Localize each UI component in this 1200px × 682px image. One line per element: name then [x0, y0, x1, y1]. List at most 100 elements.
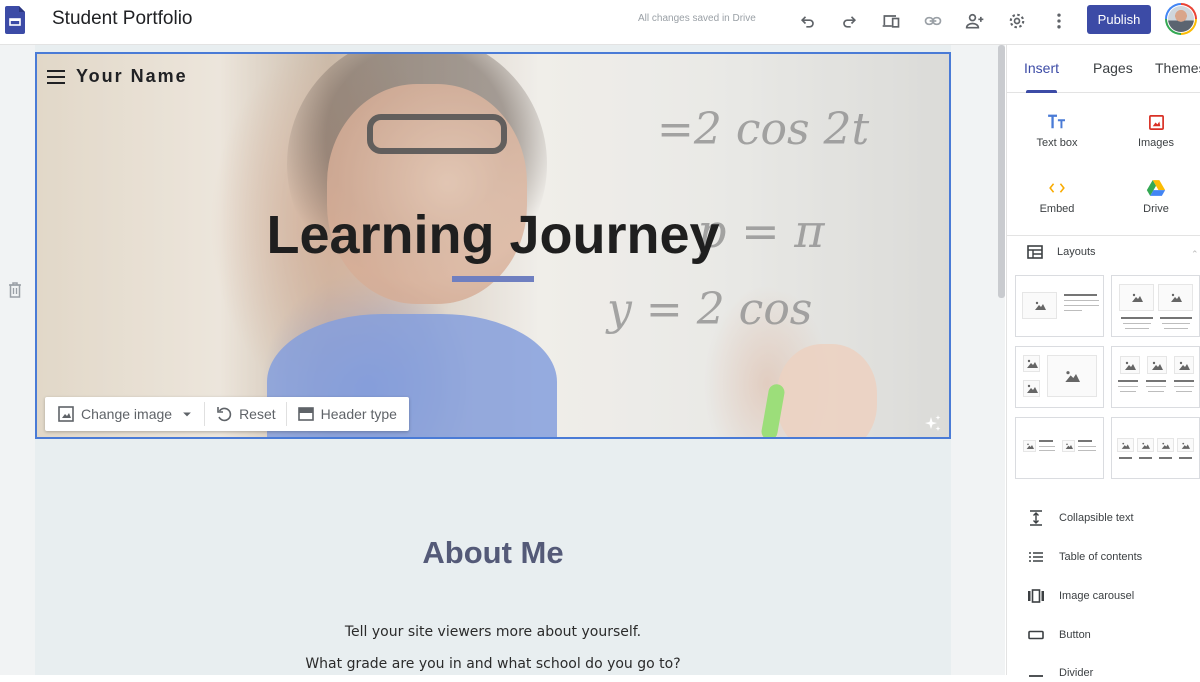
editor-canvas: =2 cos 2t p = π y = 2 cos Your Name Lear…: [0, 45, 1005, 675]
header-type-icon: [297, 407, 314, 421]
collapse-layouts-icon[interactable]: ⌃: [1191, 249, 1199, 260]
collapsible-text-icon: [1030, 510, 1042, 526]
insert-embed-label: Embed: [1039, 203, 1075, 215]
reset-icon: [217, 407, 232, 422]
layout-option[interactable]: [1111, 346, 1200, 408]
layouts-icon: [1027, 245, 1043, 259]
change-image-label: Change image: [81, 406, 173, 422]
top-bar: Student Portfolio All changes saved in D…: [0, 0, 1200, 45]
about-paragraph[interactable]: Tell your site viewers more about yourse…: [35, 624, 951, 640]
insert-images[interactable]: Images: [1111, 111, 1200, 149]
redo-button[interactable]: [837, 9, 861, 33]
insert-drive[interactable]: Drive: [1111, 177, 1200, 215]
image-placeholder-icon: [1026, 359, 1038, 368]
undo-icon: [800, 16, 814, 28]
side-panel: Insert Pages Themes Text box Images Embe…: [1006, 45, 1200, 679]
settings-icon: [1009, 13, 1025, 29]
header-toolbar: Change image Reset Header type: [45, 397, 409, 431]
text-box-icon: [1048, 114, 1065, 129]
image-placeholder-icon: [1161, 442, 1170, 449]
tab-themes[interactable]: Themes: [1155, 60, 1200, 76]
layout-option[interactable]: [1015, 346, 1104, 408]
preview-button[interactable]: [879, 9, 903, 33]
button-label: Button: [1059, 629, 1091, 641]
divider-label: Divider: [1059, 667, 1094, 679]
insert-images-label: Images: [1137, 137, 1175, 149]
layout-option[interactable]: [1015, 275, 1104, 337]
header-type-button[interactable]: Header type: [291, 397, 403, 431]
panel-divider: [1007, 235, 1200, 236]
insert-text-box[interactable]: Text box: [1012, 111, 1102, 149]
avatar-photo: [1168, 6, 1194, 32]
image-placeholder-icon: [1125, 361, 1136, 370]
change-image-button[interactable]: Change image: [51, 397, 200, 431]
layouts-label: Layouts: [1057, 246, 1096, 258]
tab-insert[interactable]: Insert: [1024, 60, 1059, 76]
reset-label: Reset: [239, 406, 276, 422]
image-icon: [58, 406, 74, 422]
image-placeholder-icon: [1065, 371, 1080, 382]
insert-divider[interactable]: Divider: [1027, 664, 1093, 682]
header-title[interactable]: Learning Journey: [37, 204, 949, 266]
insert-button[interactable]: Button: [1027, 626, 1091, 644]
image-icon: [1148, 114, 1164, 130]
collapsible-text-label: Collapsible text: [1059, 512, 1134, 524]
reset-button[interactable]: Reset: [209, 397, 282, 431]
share-icon: [965, 13, 984, 29]
insert-embed[interactable]: Embed: [1012, 177, 1102, 215]
toolbar-divider: [285, 402, 287, 426]
more-vert-icon: [1057, 13, 1061, 29]
preview-icon: [882, 15, 900, 28]
undo-button[interactable]: [796, 9, 820, 33]
image-carousel-label: Image carousel: [1059, 590, 1135, 602]
image-placeholder-icon: [1170, 293, 1182, 302]
canvas-scrollbar-thumb[interactable]: [998, 45, 1005, 298]
layouts-header[interactable]: Layouts: [1027, 245, 1096, 259]
image-placeholder-icon: [1141, 442, 1150, 449]
image-placeholder-icon: [1026, 384, 1038, 393]
delete-section-button[interactable]: [6, 281, 24, 299]
publish-button[interactable]: Publish: [1087, 5, 1151, 34]
divider-icon: [1029, 675, 1043, 677]
image-placeholder-icon: [1131, 293, 1143, 302]
more-options-button[interactable]: [1047, 9, 1071, 33]
embed-icon: [1049, 183, 1065, 193]
insert-table-of-contents[interactable]: Table of contents: [1027, 548, 1142, 566]
save-status: All changes saved in Drive: [638, 13, 756, 24]
header-type-label: Header type: [320, 406, 397, 422]
panel-tabs: Insert Pages Themes: [1007, 45, 1200, 93]
layout-option[interactable]: [1111, 275, 1200, 337]
insert-link-button[interactable]: [921, 9, 945, 33]
title-underline: [452, 276, 534, 282]
dropdown-arrow-icon[interactable]: [180, 407, 194, 421]
toc-icon: [1029, 552, 1043, 562]
site-name[interactable]: Your Name: [76, 66, 188, 87]
google-sites-logo-icon[interactable]: [5, 6, 25, 34]
active-tab-indicator: [1026, 90, 1057, 93]
tab-pages[interactable]: Pages: [1093, 60, 1133, 76]
share-button[interactable]: [963, 9, 987, 33]
document-title[interactable]: Student Portfolio: [52, 8, 192, 30]
image-placeholder-icon: [1179, 361, 1190, 370]
about-paragraph[interactable]: What grade are you in and what school do…: [35, 656, 951, 672]
image-placeholder-icon: [1121, 442, 1130, 449]
redo-icon: [843, 16, 857, 28]
layout-option[interactable]: [1111, 417, 1200, 479]
image-placeholder-icon: [1034, 301, 1046, 310]
table-of-contents-label: Table of contents: [1059, 551, 1143, 563]
carousel-icon: [1028, 589, 1044, 603]
about-title[interactable]: About Me: [35, 535, 951, 571]
sparkle-icon[interactable]: [923, 413, 943, 433]
insert-collapsible-text[interactable]: Collapsible text: [1027, 509, 1134, 527]
insert-image-carousel[interactable]: Image carousel: [1027, 587, 1134, 605]
header-section[interactable]: =2 cos 2t p = π y = 2 cos Your Name Lear…: [35, 52, 951, 439]
toolbar-divider: [204, 402, 206, 426]
layout-option[interactable]: [1015, 417, 1104, 479]
menu-icon[interactable]: [47, 69, 65, 84]
image-placeholder-icon: [1152, 361, 1163, 370]
account-avatar[interactable]: [1165, 3, 1197, 35]
drive-icon: [1146, 180, 1166, 196]
insert-text-box-label: Text box: [1036, 137, 1078, 149]
settings-button[interactable]: [1005, 9, 1029, 33]
site-nav: Your Name: [47, 66, 188, 87]
